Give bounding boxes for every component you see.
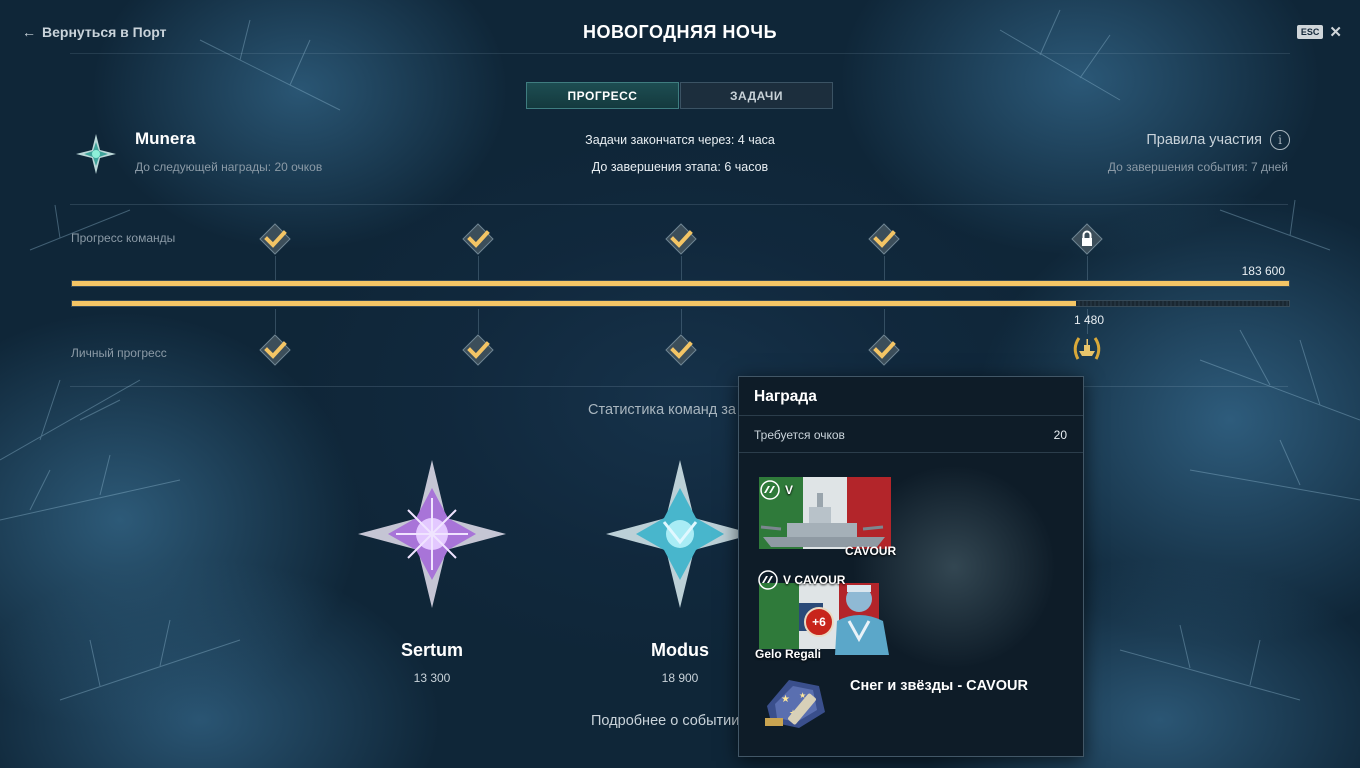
requirement-label: Требуется очков	[754, 428, 845, 442]
esc-key-badge: ESC	[1296, 25, 1324, 39]
top-bar: ← Вернуться в Порт НОВОГОДНЯЯ НОЧЬ ESC ✕	[0, 0, 1360, 56]
check-icon	[664, 333, 698, 367]
milestone-connector	[478, 256, 479, 280]
team-modus: Modus 18 900	[628, 640, 732, 685]
personal-progress-bar	[71, 300, 1290, 307]
event-end-text: До завершения события: 7 дней	[1107, 160, 1288, 174]
top-divider	[70, 53, 1290, 54]
tooltip-divider-2	[739, 452, 1083, 453]
svg-text:★: ★	[781, 694, 790, 705]
commander-reward-card: V CAVOUR +6 Gelo Regali	[755, 569, 905, 661]
page-title: НОВОГОДНЯЯ НОЧЬ	[582, 22, 778, 42]
premium-ship-icon	[760, 480, 780, 500]
personal-progress-label: Личный прогресс	[71, 346, 167, 360]
team-sertum: Sertum 13 300	[380, 640, 484, 685]
team-modus-name: Modus	[651, 640, 709, 660]
milestone-connector	[884, 309, 885, 334]
next-reward-text: До следующей награды: 20 очков	[135, 160, 323, 174]
check-icon	[867, 333, 901, 367]
ship-name: CAVOUR	[845, 544, 897, 558]
tooltip-title: Награда	[754, 388, 817, 405]
team-sertum-score: 13 300	[413, 671, 451, 685]
modus-emblem-icon	[606, 460, 754, 608]
milestone-connector	[275, 256, 276, 280]
milestone-connector	[478, 309, 479, 334]
commander-name: Gelo Regali	[755, 647, 822, 661]
progress-divider	[70, 386, 1288, 387]
commander-ship: V CAVOUR	[783, 573, 846, 587]
stats-title: Статистика команд за	[588, 402, 736, 418]
check-icon	[258, 222, 292, 256]
tasks-timer: Задачи закончатся через: 4 часа	[585, 133, 775, 147]
check-icon	[461, 333, 495, 367]
milestone-connector	[681, 309, 682, 334]
lock-icon	[1070, 222, 1104, 256]
tab-progress[interactable]: ПРОГРЕСС	[526, 82, 679, 109]
check-icon	[258, 333, 292, 367]
personal-progress-fill	[72, 301, 1077, 306]
milestone-connector	[884, 256, 885, 280]
team-progress-value: 183 600	[1241, 264, 1285, 278]
rules-label: Правила участия	[1146, 132, 1262, 148]
ship-reward-card: V CAVOUR	[759, 477, 896, 558]
team-progress-bar	[71, 280, 1290, 287]
laurel-reward-icon[interactable]	[1070, 331, 1104, 365]
sertum-emblem-icon	[358, 460, 506, 608]
team-name: Munera	[135, 129, 196, 148]
camouflage-icon: ★ ★ ★	[765, 680, 825, 728]
personal-progress-remaining	[1078, 301, 1289, 306]
rules-link[interactable]: Правила участия i	[1146, 130, 1290, 150]
tab-tasks[interactable]: ЗАДАЧИ	[680, 82, 833, 109]
info-icon: i	[1270, 130, 1290, 150]
tab-bar: ПРОГРЕСС ЗАДАЧИ	[526, 82, 833, 109]
header-divider	[70, 204, 1288, 205]
requirement-value: 20	[1053, 428, 1067, 442]
team-progress-label: Прогресс команды	[71, 231, 176, 245]
commander-bonus-badge: +6	[804, 607, 834, 637]
check-icon	[867, 222, 901, 256]
check-icon	[461, 222, 495, 256]
close-icon: ✕	[1329, 24, 1342, 41]
ship-tier: V	[785, 483, 794, 497]
milestone-connector	[275, 309, 276, 334]
check-icon	[664, 222, 698, 256]
team-emblem-icon	[76, 134, 116, 174]
close-button[interactable]: ESC ✕	[1296, 23, 1342, 41]
camouflage-name: Снег и звёзды - CAVOUR	[850, 678, 1028, 694]
event-details-link[interactable]: Подробнее о событии	[591, 713, 739, 729]
personal-progress-value: 1 480	[1074, 313, 1105, 327]
tooltip-divider	[739, 415, 1083, 416]
milestone-connector	[681, 256, 682, 280]
reward-tooltip: Награда Требуется очков 20 V CAVOUR V CA…	[738, 376, 1084, 757]
team-modus-score: 18 900	[661, 671, 699, 685]
stage-timer: До завершения этапа: 6 часов	[591, 160, 769, 174]
premium-commander-icon	[758, 570, 778, 590]
team-progress-fill	[72, 281, 1289, 286]
milestone-connector	[1087, 256, 1088, 280]
team-sertum-name: Sertum	[400, 640, 463, 660]
